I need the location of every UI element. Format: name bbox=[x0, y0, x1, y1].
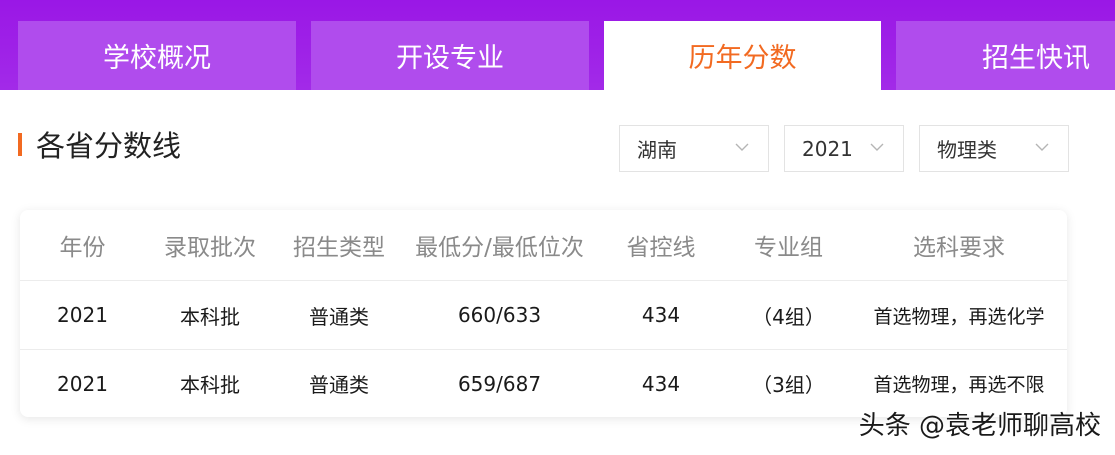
header-control-line: 省控线 bbox=[626, 235, 696, 261]
province-select[interactable]: 湖南 bbox=[619, 125, 769, 172]
tab-school-overview[interactable]: 学校概况 bbox=[18, 21, 296, 90]
cell-major-group: （4组） bbox=[752, 304, 825, 329]
year-select-value: 2021 bbox=[802, 136, 853, 161]
header-year: 年份 bbox=[59, 235, 106, 261]
category-select-value: 物理类 bbox=[937, 138, 997, 162]
header-enrollment-type: 招生类型 bbox=[293, 235, 385, 261]
section-accent-bar bbox=[18, 133, 22, 156]
chevron-down-icon bbox=[870, 143, 884, 151]
header-min-score-rank: 最低分/最低位次 bbox=[415, 235, 584, 261]
chevron-down-icon bbox=[735, 143, 749, 151]
tab-historical-scores[interactable]: 历年分数 bbox=[604, 21, 881, 90]
province-select-value: 湖南 bbox=[637, 138, 677, 162]
chevron-down-icon bbox=[1035, 143, 1049, 151]
score-table: 年份 录取批次 招生类型 最低分/最低位次 省控线 专业组 选科要求 2021 … bbox=[20, 210, 1067, 417]
cell-subject-requirement: 首选物理，再选化学 bbox=[873, 305, 1045, 328]
tab-bar: 学校概况 开设专业 历年分数 招生快讯 bbox=[0, 0, 1115, 90]
cell-year: 2021 bbox=[57, 371, 108, 396]
watermark: 头条 @袁老师聊高校 bbox=[858, 411, 1101, 441]
table-row: 2021 本科批 普通类 660/633 434 （4组） 首选物理，再选化学 bbox=[20, 280, 1067, 349]
category-select[interactable]: 物理类 bbox=[919, 125, 1069, 172]
cell-batch: 本科批 bbox=[180, 304, 240, 329]
cell-year: 2021 bbox=[57, 303, 108, 327]
tab-admission-news[interactable]: 招生快讯 bbox=[896, 21, 1115, 90]
cell-major-group: （3组） bbox=[752, 373, 825, 397]
header-major-group: 专业组 bbox=[754, 235, 823, 261]
table-header-row: 年份 录取批次 招生类型 最低分/最低位次 省控线 专业组 选科要求 bbox=[20, 210, 1067, 280]
header-subject-requirement: 选科要求 bbox=[913, 235, 1005, 261]
cell-enrollment-type: 普通类 bbox=[309, 304, 369, 329]
year-select[interactable]: 2021 bbox=[784, 125, 904, 172]
cell-batch: 本科批 bbox=[180, 373, 240, 397]
cell-enrollment-type: 普通类 bbox=[309, 373, 369, 397]
header-batch: 录取批次 bbox=[164, 235, 256, 261]
section-title: 各省分数线 bbox=[36, 129, 182, 163]
tab-majors[interactable]: 开设专业 bbox=[311, 21, 589, 90]
cell-control-line: 434 bbox=[641, 371, 681, 396]
cell-min-score-rank: 659/687 bbox=[457, 371, 542, 396]
cell-min-score-rank: 660/633 bbox=[457, 303, 542, 327]
cell-control-line: 434 bbox=[641, 303, 681, 327]
